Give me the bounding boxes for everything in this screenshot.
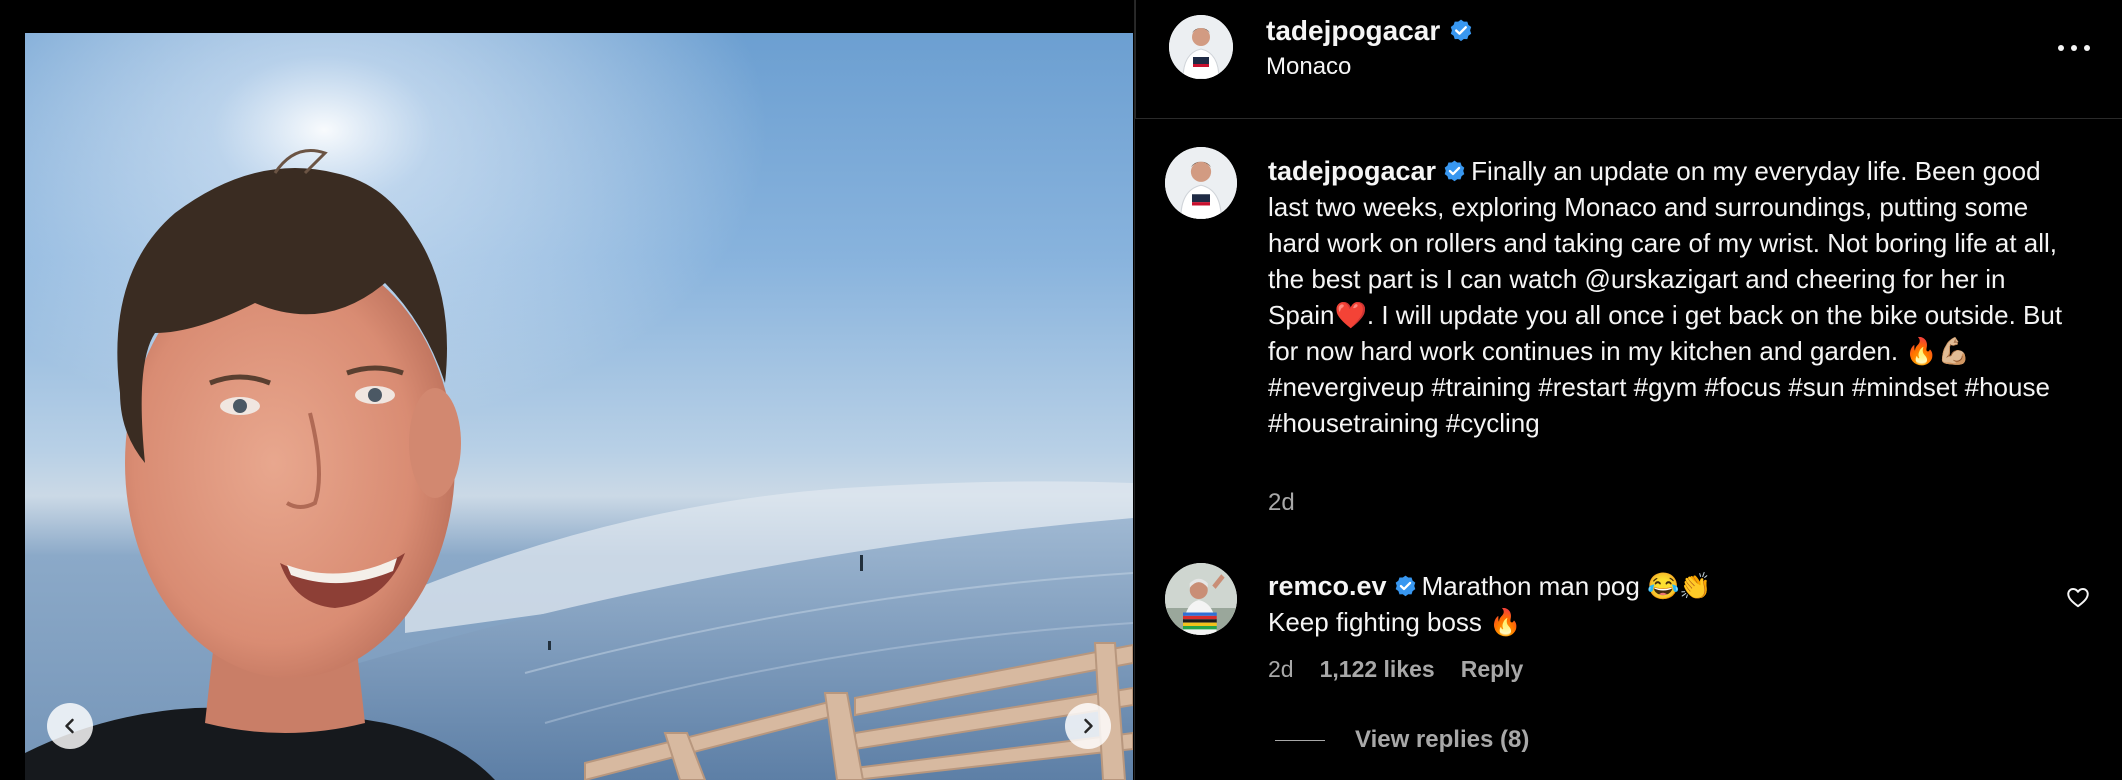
previous-photo-button[interactable]	[47, 703, 93, 749]
comment-text-line1: Marathon man pog 😂👏	[1421, 571, 1712, 601]
caption-username[interactable]: tadejpogacar	[1268, 156, 1436, 186]
author-username-row: tadejpogacar	[1266, 15, 1474, 47]
commenter-avatar[interactable]	[1165, 563, 1237, 635]
post-media-panel	[0, 0, 1133, 780]
post-details-panel: tadejpogacar Monaco tadejpogacar Finally …	[1134, 0, 2122, 780]
caption-timestamp[interactable]: 2d	[1268, 489, 1295, 517]
profile-photo	[1169, 15, 1233, 79]
post-header: tadejpogacar Monaco	[1135, 0, 2122, 119]
comment-timestamp[interactable]: 2d	[1268, 656, 1294, 683]
comment-likes-count[interactable]: 1,122 likes	[1320, 656, 1435, 683]
caption-text: Finally an update on my everyday life. B…	[1268, 156, 2063, 366]
commenter-username[interactable]: remco.ev	[1268, 571, 1387, 601]
chevron-right-icon	[1084, 718, 1093, 734]
post-caption: tadejpogacar Finally an update on my ever…	[1268, 153, 2068, 441]
more-options-icon	[2058, 45, 2064, 51]
profile-photo	[1165, 563, 1237, 635]
author-avatar[interactable]	[1169, 15, 1233, 79]
more-options-button[interactable]	[2054, 38, 2094, 58]
chevron-left-icon	[65, 718, 74, 734]
replies-divider-line	[1275, 739, 1325, 741]
comment-text-line2: Keep fighting boss 🔥	[1268, 607, 1522, 637]
view-replies-label: View replies (8)	[1355, 726, 1530, 753]
like-comment-button[interactable]	[2065, 584, 2091, 610]
author-username[interactable]: tadejpogacar	[1266, 15, 1440, 47]
reply-button[interactable]: Reply	[1461, 656, 1524, 683]
comment-meta-row: 2d 1,122 likes Reply	[1268, 656, 1523, 683]
verified-badge-icon	[1444, 160, 1465, 182]
profile-photo	[1165, 147, 1237, 219]
selfie-image	[25, 33, 1133, 780]
post-photo[interactable]	[25, 33, 1133, 780]
next-photo-button[interactable]	[1065, 703, 1111, 749]
verified-badge-icon	[1395, 575, 1415, 597]
caption-author-avatar[interactable]	[1165, 147, 1237, 219]
view-replies-button[interactable]: View replies (8)	[1275, 726, 1529, 754]
post-location[interactable]: Monaco	[1266, 53, 1351, 81]
verified-badge-icon	[1451, 19, 1472, 42]
comment-body: remco.ev Marathon man pog 😂👏 Keep fightin…	[1268, 568, 2048, 640]
heart-outline-icon	[2067, 588, 2089, 608]
caption-hashtags[interactable]: #nevergiveup #training #restart #gym #fo…	[1268, 372, 2050, 438]
